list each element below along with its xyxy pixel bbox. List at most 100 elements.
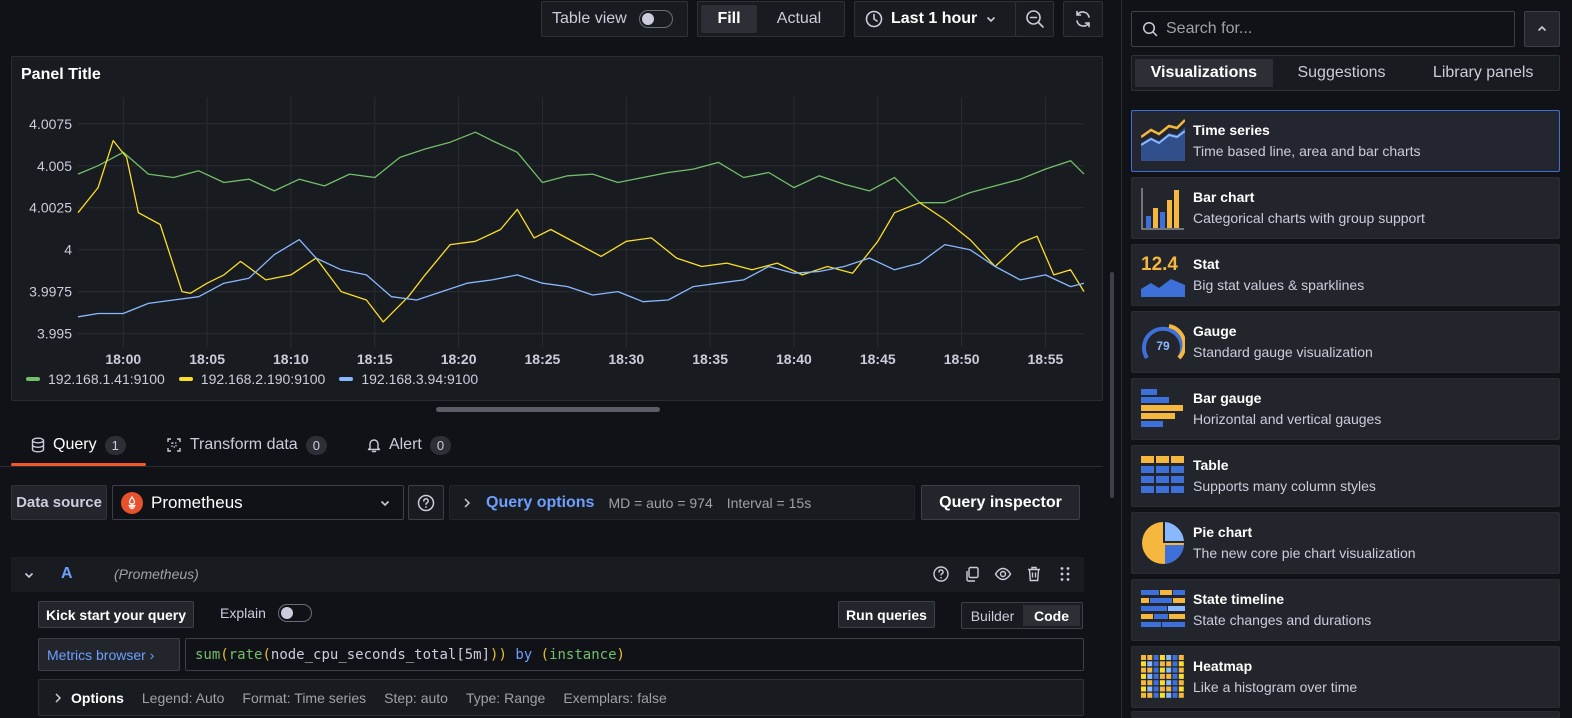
heatmap-cell — [1153, 667, 1159, 673]
query-tabs: Query 1 Transform data 0 Alert 0 — [11, 424, 471, 466]
query-inspector-button[interactable]: Query inspector — [921, 485, 1080, 520]
refresh-button[interactable] — [1063, 1, 1103, 37]
trash-icon[interactable] — [1025, 565, 1043, 583]
heatmap-cell — [1159, 680, 1165, 686]
code-token: instance — [549, 646, 617, 663]
builder-mode-option[interactable]: Builder — [964, 605, 1021, 626]
viz-card-bar-gauge[interactable]: Bar gauge Horizontal and vertical gauges — [1131, 378, 1560, 440]
stat-icon-value: 12.4 — [1141, 254, 1178, 275]
heatmap-cell — [1147, 655, 1153, 660]
x-tick-label: 18:20 — [441, 351, 477, 367]
collapse-picker-button[interactable] — [1524, 11, 1560, 47]
viz-desc: The new core pie chart visualization — [1193, 545, 1416, 561]
query-options-row[interactable]: Options Legend: Auto Format: Time series… — [38, 679, 1084, 716]
code-mode-option[interactable]: Code — [1023, 605, 1080, 626]
series-line-1 — [77, 131, 1085, 204]
state-timeline-icon — [1141, 590, 1185, 627]
code-token: by — [506, 646, 541, 663]
query-options-md: MD = auto = 974 — [608, 494, 713, 511]
metrics-browser-button[interactable]: Metrics browser › — [38, 638, 180, 671]
viz-card-next[interactable] — [1131, 711, 1560, 718]
viz-card-heatmap[interactable]: Heatmap Like a histogram over time — [1131, 646, 1560, 708]
viz-desc: State changes and durations — [1193, 612, 1372, 628]
tab-transform-count: 0 — [305, 435, 327, 455]
viz-desc: Standard gauge visualization — [1193, 344, 1373, 360]
tab-alert[interactable]: Alert 0 — [347, 424, 471, 466]
viz-card-pie-chart[interactable]: Pie chart The new core pie chart visuali… — [1131, 512, 1560, 574]
viz-search-input[interactable]: Search for... — [1131, 11, 1515, 47]
datasource-help-button[interactable] — [408, 485, 444, 520]
duplicate-icon[interactable] — [963, 565, 981, 583]
heatmap-cell — [1172, 661, 1178, 667]
query-options-toggle[interactable]: Query options MD = auto = 974 Interval =… — [449, 485, 915, 520]
eye-icon[interactable] — [994, 565, 1012, 583]
pie-chart-icon — [1142, 522, 1184, 564]
heatmap-cell — [1147, 686, 1153, 692]
question-circle-icon — [417, 494, 435, 511]
table-view-toggle[interactable]: Table view — [541, 1, 688, 37]
tab-suggestions[interactable]: Suggestions — [1277, 59, 1407, 87]
run-queries-button[interactable]: Run queries — [838, 601, 935, 628]
query-code-editor[interactable]: sum(rate(node_cpu_seconds_total[5m])) by… — [185, 638, 1084, 671]
fill-option[interactable]: Fill — [701, 5, 757, 33]
editor-scrollbar[interactable] — [1110, 272, 1114, 498]
heatmap-cell — [1172, 686, 1178, 692]
viz-card-state-timeline[interactable]: State timeline State changes and duratio… — [1131, 579, 1560, 641]
heatmap-cell — [1141, 661, 1146, 667]
heatmap-cell — [1178, 680, 1184, 686]
heatmap-cell — [1153, 661, 1159, 667]
explain-label: Explain — [220, 605, 266, 621]
options-format: Format: Time series — [242, 689, 367, 706]
legend-item[interactable]: 192.168.2.190:9100 — [178, 371, 325, 387]
tab-query[interactable]: Query 1 — [11, 424, 146, 466]
chevron-right-icon — [464, 497, 471, 508]
heatmap-cell — [1147, 673, 1153, 679]
explain-toggle[interactable]: Explain — [220, 604, 312, 622]
drag-handle-icon[interactable] — [1056, 565, 1074, 583]
chevron-down-icon — [987, 16, 996, 23]
x-tick-label: 18:40 — [776, 351, 812, 367]
x-tick-label: 18:05 — [189, 351, 225, 367]
tabs-divider — [0, 466, 1103, 467]
bar-gauge-icon — [1141, 389, 1183, 427]
viz-desc: Supports many column styles — [1193, 478, 1376, 494]
datasource-picker[interactable]: Prometheus — [112, 485, 404, 520]
y-tick-label: 4 — [64, 242, 72, 258]
viz-name: Table — [1193, 457, 1229, 473]
query-ref-id[interactable]: A — [61, 565, 73, 583]
heatmap-cell — [1141, 692, 1146, 698]
help-icon[interactable] — [932, 565, 950, 583]
heatmap-cell — [1166, 655, 1172, 660]
x-tick-label: 18:55 — [1028, 351, 1064, 367]
time-range-picker[interactable]: Last 1 hour — [854, 1, 1016, 37]
viz-card-gauge[interactable]: 79 Gauge Standard gauge visualization — [1131, 311, 1560, 373]
table-view-label: Table view — [552, 10, 627, 27]
kick-start-query-button[interactable]: Kick start your query — [38, 601, 194, 628]
panel-resize-handle[interactable] — [436, 407, 660, 412]
heatmap-cell — [1178, 686, 1184, 692]
query-row-header: A (Prometheus) — [11, 557, 1084, 592]
viz-card-table[interactable]: Table Supports many column styles — [1131, 445, 1560, 507]
heatmap-cell — [1172, 667, 1178, 673]
legend-item[interactable]: 192.168.3.94:9100 — [339, 371, 478, 387]
heatmap-cell — [1166, 686, 1172, 692]
table-view-switch[interactable] — [638, 10, 673, 28]
viz-card-stat[interactable]: 12.4 Stat Big stat values & sparklines — [1131, 244, 1560, 306]
collapse-chevron-icon[interactable] — [23, 569, 35, 581]
tab-visualizations[interactable]: Visualizations — [1135, 59, 1273, 87]
explain-switch[interactable] — [277, 604, 312, 622]
legend-item[interactable]: 192.168.1.41:9100 — [26, 371, 165, 387]
x-tick-label: 18:35 — [692, 351, 728, 367]
code-token: ( — [220, 646, 229, 663]
heatmap-cell — [1147, 680, 1153, 686]
y-tick-label: 4.0025 — [29, 200, 72, 216]
zoom-out-button[interactable] — [1015, 1, 1054, 37]
viz-card-bar-chart[interactable]: Bar chart Categorical charts with group … — [1131, 177, 1560, 239]
viz-tabs: Visualizations Suggestions Library panel… — [1131, 55, 1560, 91]
viz-card-time-series[interactable]: Time series Time based line, area and ba… — [1131, 110, 1560, 172]
tab-transform[interactable]: Transform data 0 — [146, 424, 347, 466]
chart-svg: 4.0075 4.005 4.0025 4 3.9975 3.995 18:00 18:05 1… — [29, 97, 1085, 367]
viz-name: Time series — [1193, 122, 1270, 138]
tab-library-panels[interactable]: Library panels — [1410, 59, 1556, 87]
actual-option[interactable]: Actual — [759, 5, 839, 33]
